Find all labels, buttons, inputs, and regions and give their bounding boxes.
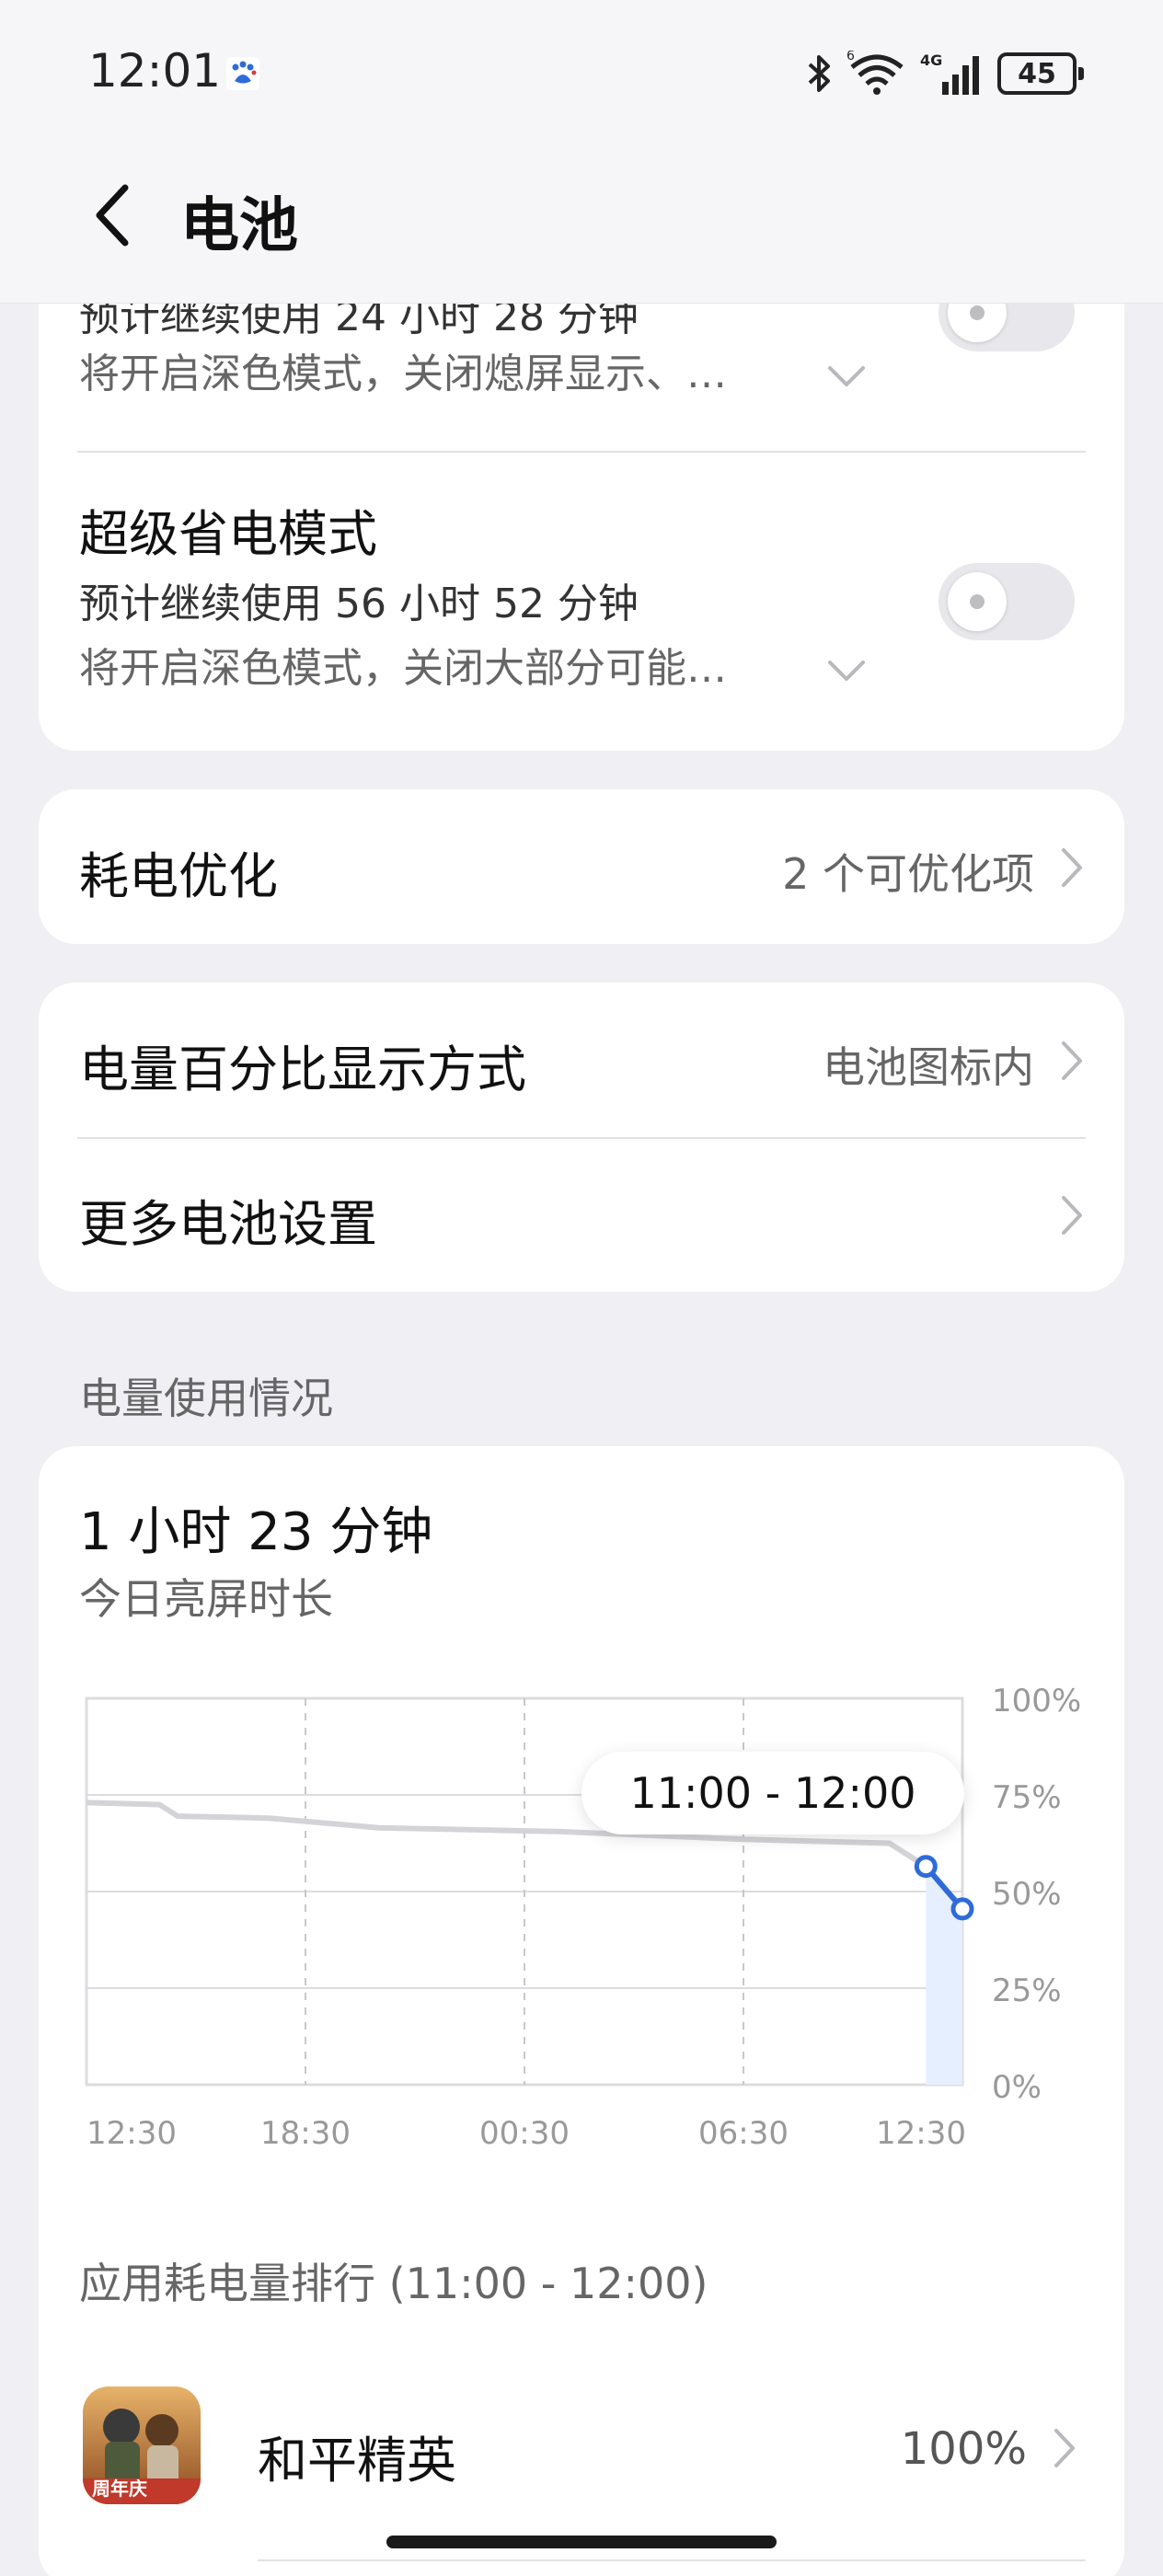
baidu-app-icon: [226, 57, 259, 90]
pubg-app-icon: 周年庆: [83, 2386, 201, 2504]
x-axis-ticks: 12:30 18:30 00:30 06:30 12:30: [86, 2115, 966, 2152]
home-indicator[interactable]: [386, 2536, 777, 2548]
y-tick-label: 25%: [992, 1972, 1062, 2009]
battery-icon: 45: [997, 52, 1084, 95]
y-tick-label: 100%: [992, 1683, 1081, 1719]
app-name: 和平精英: [258, 2432, 456, 2490]
back-arrow-icon[interactable]: [86, 180, 142, 250]
battery-usage-chart[interactable]: 100%75%50%25%0% 12:30 18:30 00:30 06:30 12:3…: [0, 0, 1163, 2190]
chart-tooltip: 11:00 - 12:00: [582, 1752, 964, 1834]
bluetooth-icon: [808, 55, 830, 92]
divider: [258, 2559, 1086, 2561]
ranking-title: 应用耗电量排行 (11:00 - 12:00): [79, 2259, 708, 2308]
status-time: 12:01: [88, 44, 222, 98]
y-tick-label: 0%: [992, 2069, 1042, 2106]
page-title: 电池: [180, 192, 298, 260]
y-tick-label: 75%: [992, 1779, 1062, 1816]
highlight-point-start: [914, 1855, 938, 1879]
x-tick-label: 00:30: [479, 2115, 570, 2152]
x-tick-label: 18:30: [260, 2115, 351, 2152]
top-bar: 12:01 6 4G 45 电池: [0, 0, 1163, 304]
wifi-icon: 6: [846, 51, 904, 95]
app-badge-label: 周年庆: [92, 2478, 147, 2500]
svg-text:6: 6: [846, 51, 855, 63]
y-tick-label: 50%: [992, 1876, 1062, 1913]
svg-text:4G: 4G: [920, 52, 942, 69]
status-icons: 6 4G 45: [806, 46, 1084, 101]
y-axis-ticks: 100% 75% 50% 25% 0%: [992, 1683, 1081, 2106]
battery-level: 45: [1018, 57, 1056, 90]
highlight-point-end: [950, 1897, 974, 1921]
chevron-right-icon: [1054, 2429, 1075, 2467]
cellular-signal-icon: 4G: [920, 52, 979, 95]
x-tick-label: 12:30: [86, 2115, 177, 2152]
x-tick-label: 12:30: [876, 2115, 966, 2152]
app-percent: 100%: [900, 2423, 1027, 2475]
x-tick-label: 06:30: [698, 2115, 789, 2152]
